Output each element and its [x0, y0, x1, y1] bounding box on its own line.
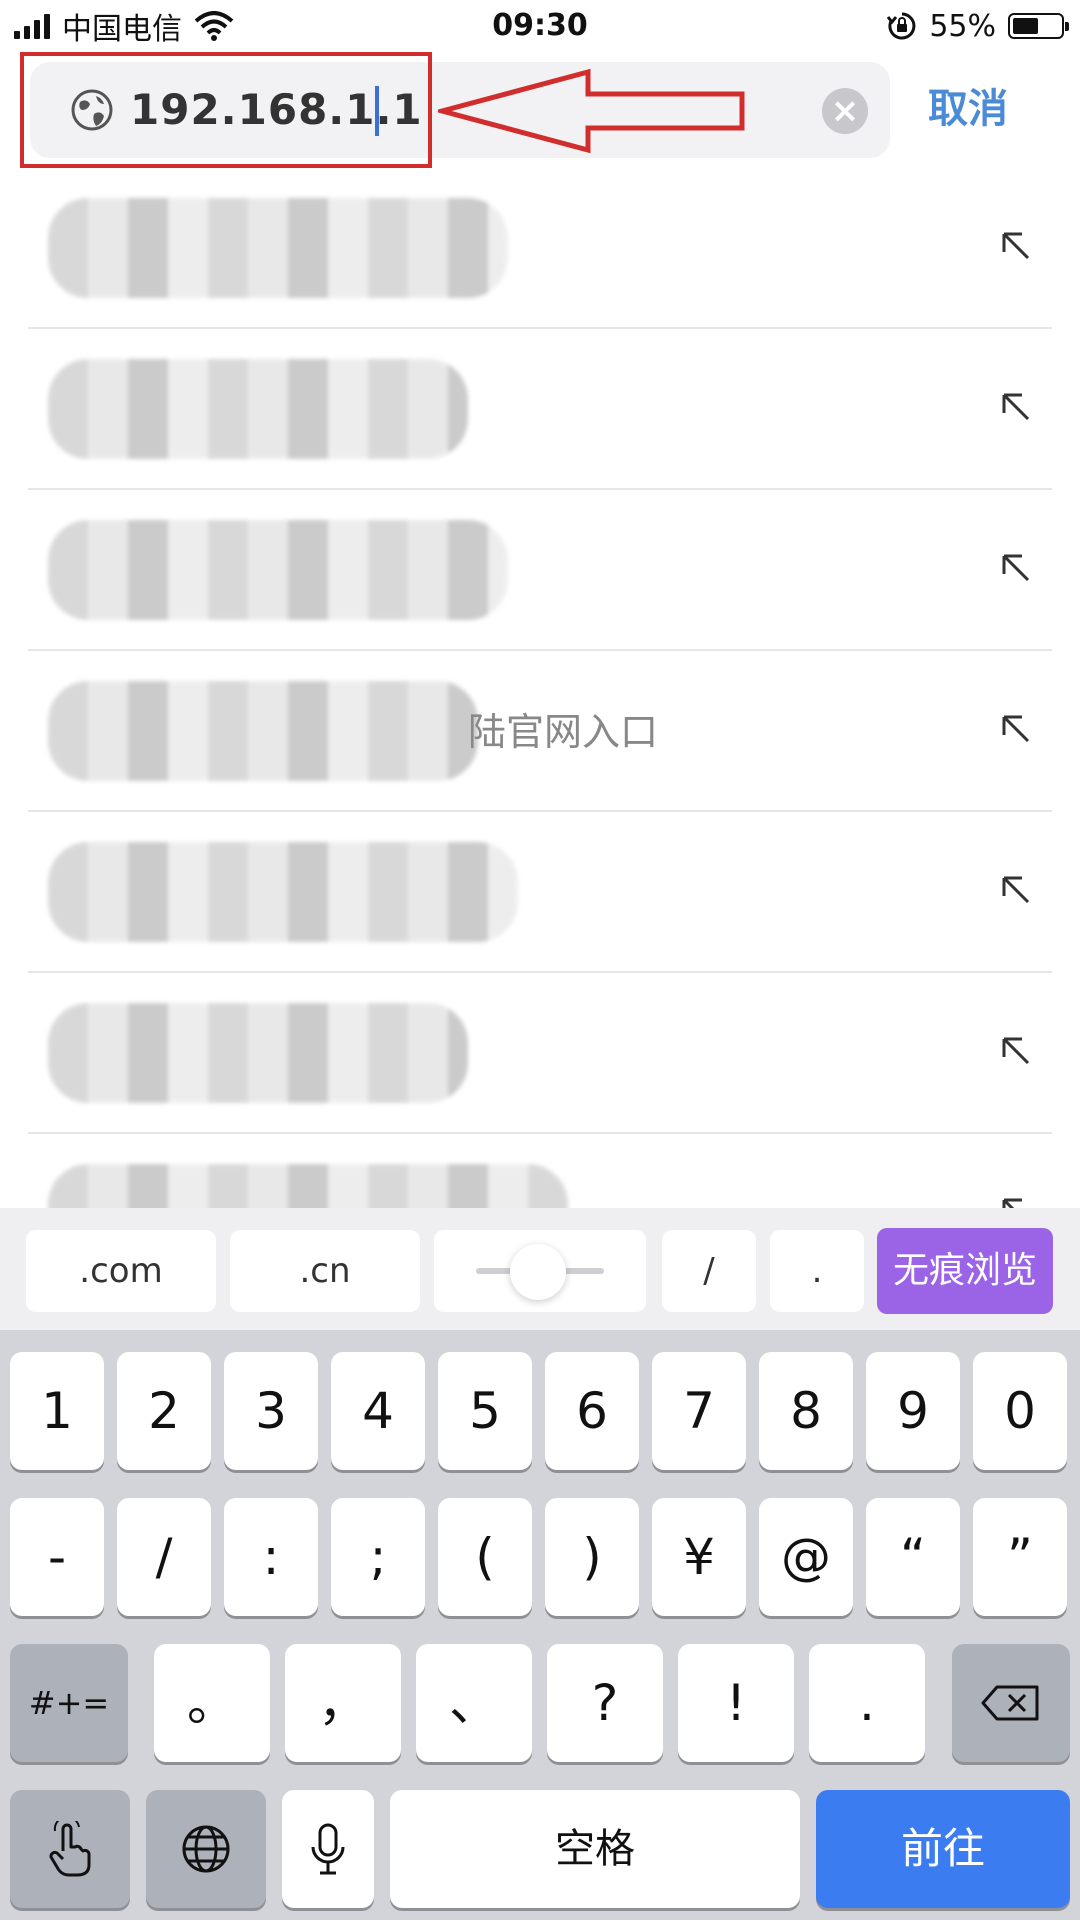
text-cursor [375, 86, 379, 136]
toolbar-key-dotcn[interactable]: .cn [230, 1230, 420, 1312]
fill-suggestion-arrow-icon[interactable] [996, 387, 1036, 427]
key-colon[interactable]: : [224, 1498, 318, 1616]
hand-pointer-icon [49, 1815, 91, 1877]
key-question[interactable]: ? [547, 1644, 663, 1762]
go-key[interactable]: 前往 [816, 1790, 1070, 1908]
incognito-browse-button[interactable]: 无痕浏览 [877, 1228, 1053, 1314]
blurred-content [48, 1003, 468, 1103]
key-period-cn[interactable]: 。 [154, 1644, 270, 1762]
backspace-key[interactable] [952, 1644, 1070, 1762]
key-slash[interactable]: / [117, 1498, 211, 1616]
key-1[interactable]: 1 [10, 1352, 104, 1470]
status-right: 55% [887, 6, 1069, 46]
wifi-icon [194, 11, 234, 41]
key-comma-cn[interactable]: ， [285, 1644, 401, 1762]
keyboard: 1 2 3 4 5 6 7 8 9 0 - / : ; ( ) ¥ @ “ ” … [0, 1330, 1080, 1920]
key-open-paren[interactable]: ( [438, 1498, 532, 1616]
blurred-content [48, 359, 468, 459]
battery-percent: 55% [929, 8, 996, 44]
suggestion-row[interactable] [28, 168, 1052, 329]
symbols-key[interactable]: #+= [10, 1644, 128, 1762]
cancel-button[interactable]: 取消 [928, 82, 1008, 136]
suggestion-row[interactable] [28, 1134, 1052, 1208]
toolbar-key-slash[interactable]: / [662, 1230, 756, 1312]
key-3[interactable]: 3 [224, 1352, 318, 1470]
toolbar-key-dot[interactable]: . [770, 1230, 864, 1312]
suggestion-row[interactable] [28, 973, 1052, 1134]
key-exclamation[interactable]: ! [678, 1644, 794, 1762]
suggestion-row[interactable] [28, 490, 1052, 651]
blurred-content [48, 520, 508, 620]
carrier-name: 中国电信 [62, 12, 182, 47]
key-7[interactable]: 7 [652, 1352, 746, 1470]
key-at[interactable]: @ [759, 1498, 853, 1616]
fill-suggestion-arrow-icon[interactable] [996, 548, 1036, 588]
fill-suggestion-arrow-icon[interactable] [996, 1192, 1036, 1208]
toolbar-key-dotcom[interactable]: .com [26, 1230, 216, 1312]
key-6[interactable]: 6 [545, 1352, 639, 1470]
key-close-paren[interactable]: ) [545, 1498, 639, 1616]
keyboard-globe-key[interactable] [146, 1790, 266, 1908]
gesture-key[interactable] [10, 1790, 130, 1908]
backspace-icon [981, 1685, 1039, 1721]
address-bar[interactable]: 192.168.1.1 × [30, 62, 890, 158]
fill-suggestion-arrow-icon[interactable] [996, 226, 1036, 266]
key-yuan[interactable]: ¥ [652, 1498, 746, 1616]
microphone-key[interactable] [282, 1790, 374, 1908]
microphone-icon [311, 1823, 345, 1875]
blurred-content [48, 681, 478, 781]
blurred-content [48, 842, 518, 942]
fill-suggestion-arrow-icon[interactable] [996, 870, 1036, 910]
key-open-quote[interactable]: “ [866, 1498, 960, 1616]
key-8[interactable]: 8 [759, 1352, 853, 1470]
key-2[interactable]: 2 [117, 1352, 211, 1470]
globe-icon [71, 89, 113, 131]
blurred-content [48, 1164, 568, 1208]
key-hyphen[interactable]: - [10, 1498, 104, 1616]
suggestion-text: 陆官网入口 [468, 710, 659, 754]
key-enum-comma[interactable]: 、 [416, 1644, 532, 1762]
fill-suggestion-arrow-icon[interactable] [996, 709, 1036, 749]
keyboard-globe-icon [182, 1825, 230, 1873]
key-0[interactable]: 0 [973, 1352, 1067, 1470]
suggestion-row[interactable] [28, 812, 1052, 973]
clear-icon[interactable]: × [822, 88, 868, 134]
status-bar: 中国电信 09:30 55% [0, 0, 1080, 52]
battery-icon [1008, 13, 1069, 39]
space-key[interactable]: 空格 [390, 1790, 800, 1908]
signal-bars-icon [14, 13, 50, 39]
keyboard-toolbar: .com .cn / . 无痕浏览 [0, 1208, 1080, 1330]
suggestion-row[interactable] [28, 329, 1052, 490]
suggestion-row[interactable]: 陆官网入口 [28, 651, 1052, 812]
suggestion-list: 陆官网入口 [0, 168, 1080, 1208]
key-9[interactable]: 9 [866, 1352, 960, 1470]
cursor-slider-knob[interactable] [510, 1244, 566, 1300]
fill-suggestion-arrow-icon[interactable] [996, 1031, 1036, 1071]
key-4[interactable]: 4 [331, 1352, 425, 1470]
rotation-lock-icon [887, 12, 916, 40]
key-dot[interactable]: . [809, 1644, 925, 1762]
key-close-quote[interactable]: ” [973, 1498, 1067, 1616]
battery-level-fill [1013, 18, 1038, 34]
key-5[interactable]: 5 [438, 1352, 532, 1470]
status-left: 中国电信 [14, 6, 234, 47]
blurred-content [48, 198, 508, 298]
key-semicolon[interactable]: ; [331, 1498, 425, 1616]
